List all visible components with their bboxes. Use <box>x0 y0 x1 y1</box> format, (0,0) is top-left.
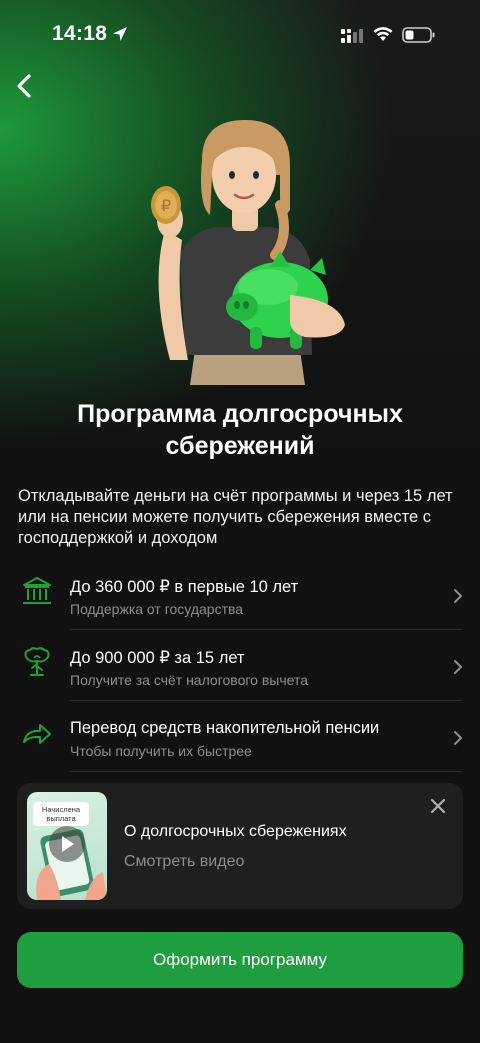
page-title-line2: сбережений <box>165 432 315 460</box>
video-card[interactable]: Начислена выплата О долгосрочных сбереже… <box>17 783 463 909</box>
watch-video-link[interactable]: Смотреть видео <box>124 853 244 871</box>
svg-text:₽: ₽ <box>161 196 171 215</box>
video-title: О долгосрочных сбережениях <box>124 823 347 840</box>
play-button[interactable] <box>49 826 85 862</box>
page-title-line1: Программа долгосрочных <box>77 400 403 428</box>
divider <box>70 629 462 630</box>
divider <box>70 700 462 701</box>
submit-program-button[interactable]: Оформить программу <box>17 932 463 988</box>
status-bar: 14:18 <box>0 0 480 70</box>
cellular-signal-icon <box>341 29 363 43</box>
bank-icon <box>23 577 51 604</box>
money-tree-icon <box>24 647 50 676</box>
feature-item-tax-deduction[interactable]: До 900 000 ₽ за 15 лет Получите за счёт … <box>0 631 480 701</box>
chevron-right-icon <box>454 589 462 603</box>
close-icon[interactable] <box>429 797 447 815</box>
hero-illustration: ₽ <box>151 120 345 385</box>
chevron-right-icon <box>454 660 462 674</box>
feature-title: Перевод средств накопительной пенсии <box>70 719 380 737</box>
video-thumbnail[interactable]: Начислена выплата <box>27 792 107 900</box>
play-icon <box>62 836 74 852</box>
feature-item-pension-transfer[interactable]: Перевод средств накопительной пенсии Что… <box>0 702 480 772</box>
chevron-right-icon <box>454 731 462 745</box>
transfer-arrow-icon <box>23 724 51 744</box>
feature-subtitle: Получите за счёт налогового вычета <box>70 672 308 688</box>
wifi-icon <box>373 27 393 41</box>
back-button[interactable] <box>10 70 40 102</box>
divider <box>70 771 462 772</box>
feature-subtitle: Поддержка от государства <box>70 601 244 617</box>
status-time: 14:18 <box>52 22 108 45</box>
intro-text: Откладывайте деньги на счёт программы и … <box>18 487 453 547</box>
battery-icon <box>402 27 435 43</box>
feature-subtitle: Чтобы получить их быстрее <box>70 743 252 759</box>
video-thumbnail-label: Начислена выплата <box>33 802 89 826</box>
feature-title: До 360 000 ₽ в первые 10 лет <box>70 578 299 596</box>
location-arrow-icon <box>113 27 127 41</box>
feature-item-state-support[interactable]: До 360 000 ₽ в первые 10 лет Поддержка о… <box>0 560 480 630</box>
page-title: Программа долгосрочных сбережений <box>20 398 460 462</box>
feature-title: До 900 000 ₽ за 15 лет <box>70 649 245 667</box>
